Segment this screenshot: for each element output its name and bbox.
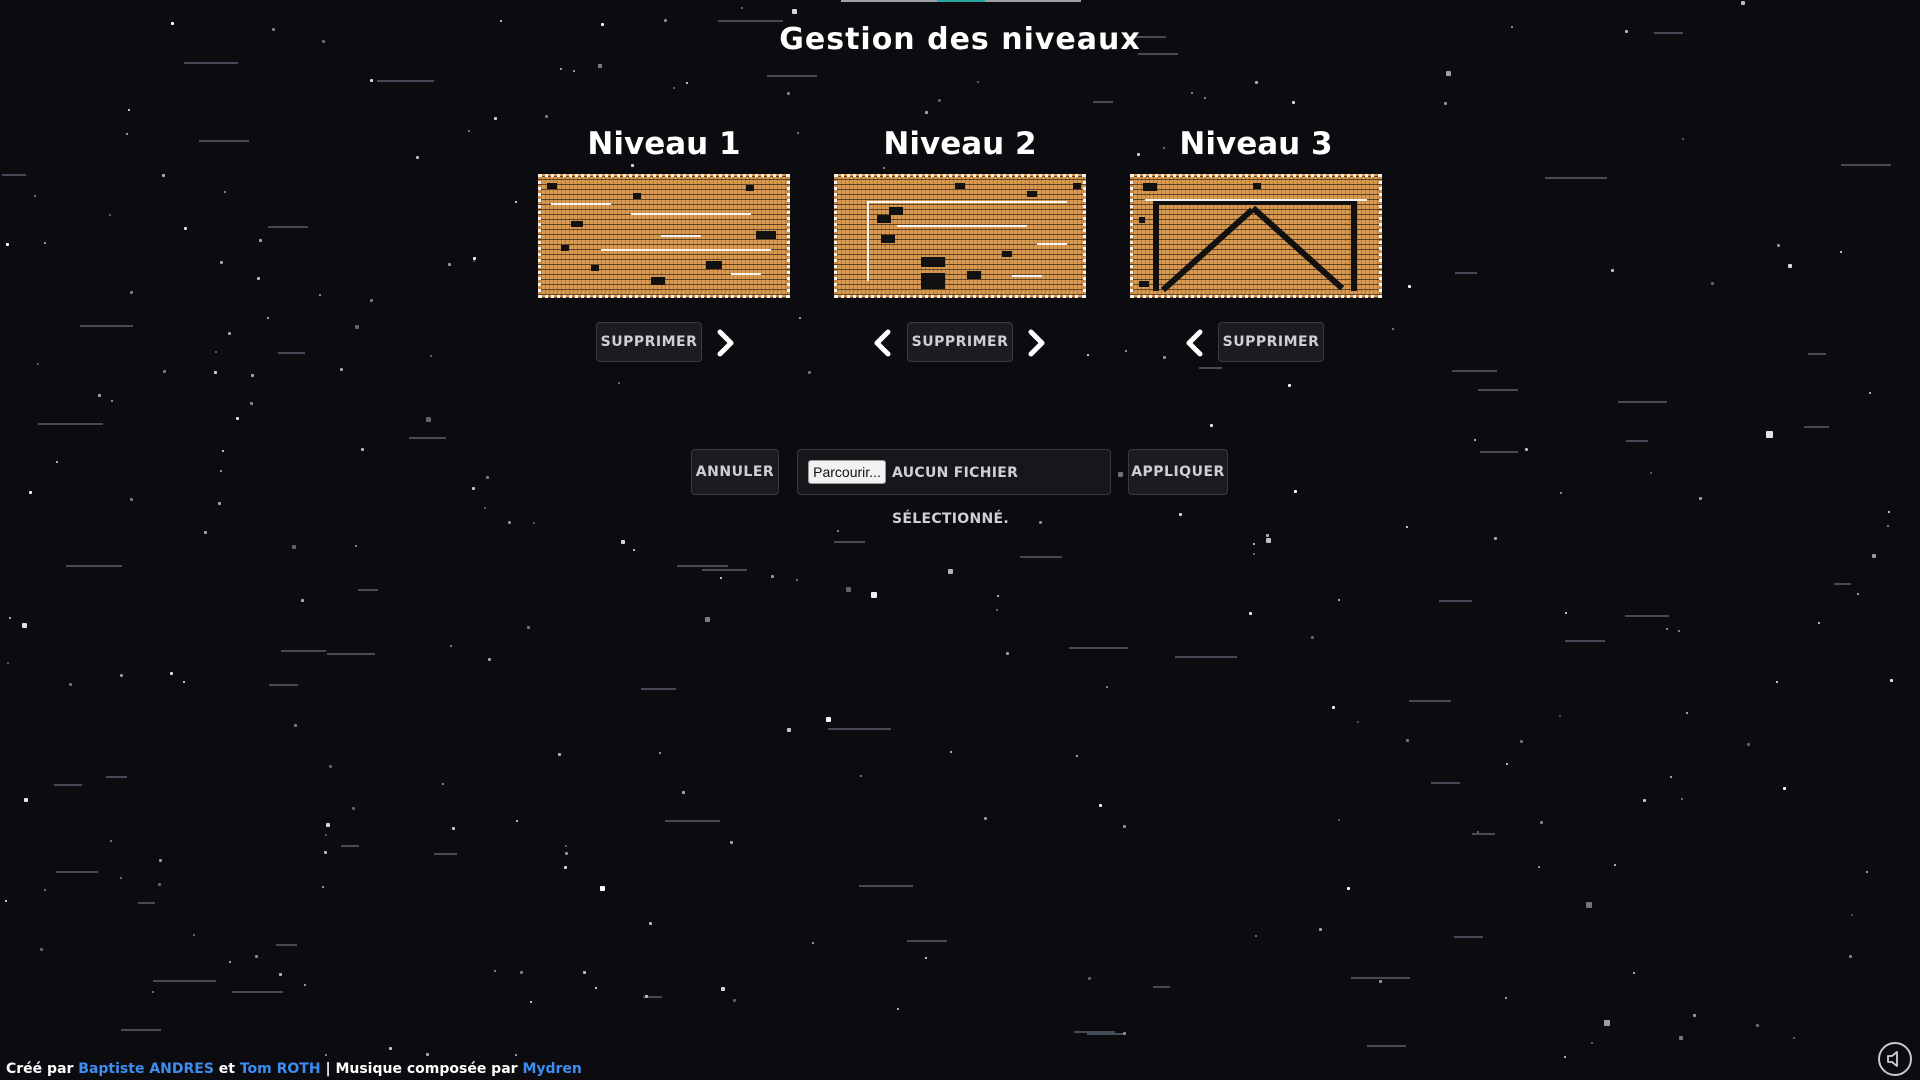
file-status-text: AUCUN FICHIER SÉLECTIONNÉ. — [892, 465, 1019, 527]
page-title: Gestion des niveaux — [779, 22, 1141, 57]
cancel-button[interactable]: ANNULER — [691, 449, 779, 495]
browse-button[interactable]: Parcourir... — [808, 460, 886, 484]
delete-level-button[interactable]: SUPPRIMER — [1218, 322, 1324, 362]
author-link-2[interactable]: Tom ROTH — [240, 1061, 321, 1077]
chevron-right-icon[interactable] — [712, 328, 738, 358]
top-progress-bar — [841, 0, 1081, 2]
level-title: Niveau 3 — [1179, 126, 1333, 162]
credits-created-by: Créé par — [6, 1061, 74, 1077]
level-title: Niveau 1 — [587, 126, 741, 162]
credits-separator: | — [325, 1061, 331, 1077]
level-preview-1[interactable] — [538, 174, 790, 298]
level-preview-2[interactable] — [834, 174, 1086, 298]
level-card-2: Niveau 2 SUPPRIMER — [830, 122, 1090, 367]
credits-and: et — [218, 1061, 235, 1077]
delete-level-button[interactable]: SUPPRIMER — [596, 322, 702, 362]
credits-music-by: Musique composée par — [335, 1061, 518, 1077]
actions-row: ANNULER Parcourir... AUCUN FICHIER SÉLEC… — [0, 449, 1920, 527]
apply-button[interactable]: APPLIQUER — [1128, 449, 1228, 495]
composer-link[interactable]: Mydren — [522, 1061, 581, 1077]
sound-toggle-button[interactable] — [1878, 1042, 1912, 1076]
chevron-left-icon[interactable] — [870, 328, 896, 358]
file-input[interactable]: Parcourir... AUCUN FICHIER SÉLECTIONNÉ. — [797, 449, 1111, 527]
speaker-mute-icon — [1887, 1051, 1898, 1067]
level-card-1: Niveau 1 SUPPRIMER — [534, 122, 794, 367]
chevron-right-icon[interactable] — [1023, 328, 1049, 358]
author-link-1[interactable]: Baptiste ANDRES — [78, 1061, 214, 1077]
level-preview-3[interactable] — [1130, 174, 1382, 298]
level-title: Niveau 2 — [883, 126, 1037, 162]
chevron-left-icon[interactable] — [1182, 328, 1208, 358]
credits-footer: Créé par Baptiste ANDRES et Tom ROTH | M… — [6, 1061, 582, 1077]
delete-level-button[interactable]: SUPPRIMER — [907, 322, 1013, 362]
level-card-3: Niveau 3 SUPPRIMER — [1126, 122, 1386, 367]
